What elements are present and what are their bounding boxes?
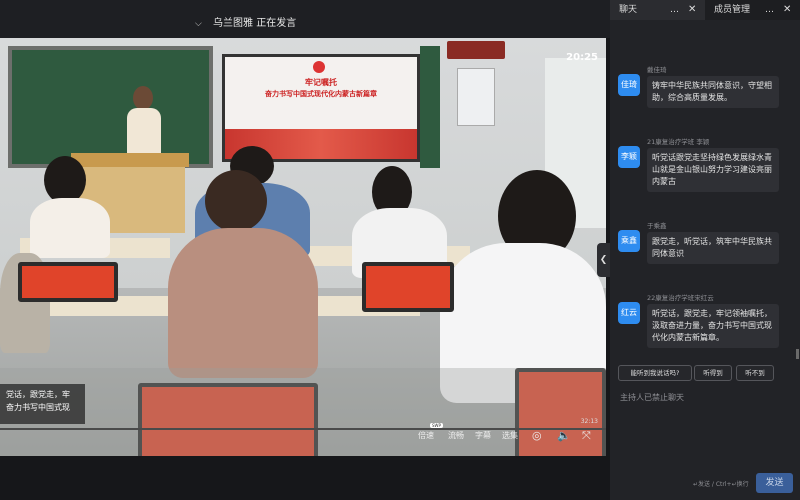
captions-button[interactable]: 字幕 [475,430,491,441]
more-icon[interactable]: … [765,0,775,20]
input-hint: ↵发送 / Ctrl+↵换行 [693,481,749,488]
fullscreen-exit-icon[interactable]: ⤧ [582,429,591,443]
chat-panel: 聊天 … ✕ 成员管理 … ✕ 佳琦 戴佳琦 铸牢中华民族共同体意识，守望相助，… [610,0,800,500]
close-icon[interactable]: ✕ [783,0,791,20]
top-bar: ⌵ 乌兰图雅 正在发言 [0,0,610,38]
message-bubble: 跟党走，听党话，筑牢中华民族共同体意识 [647,232,779,264]
student-head [205,170,267,232]
settings-icon[interactable]: ◎ [532,429,542,442]
teacher-head [133,86,153,110]
chair [18,262,118,302]
student [30,198,110,258]
speed-label: 倍速 [418,431,434,440]
tab-members-label: 成员管理 [714,5,751,15]
chair [362,262,454,312]
tab-members[interactable]: 成员管理 … ✕ [705,0,800,20]
duration: 32:13 [580,418,598,425]
quick-reply-button[interactable]: 听不到 [736,365,774,381]
volume-icon[interactable]: 🔈 [557,429,571,442]
student [168,228,318,378]
chat-message: 李颖 21康复治疗学班 李颖 听党话跟党走坚持绿色发展绿水青山就是金山银山努力学… [618,136,788,206]
collapse-panel-button[interactable]: ❮ [597,243,610,277]
avatar: 红云 [618,302,640,324]
avatar: 李颖 [618,146,640,168]
video-player[interactable]: 牢记嘱托 奋力书写中国式现代化内蒙古新篇章 20:25 党话，跟党走，牢 奋力书 [0,38,606,456]
chat-message: 乘鑫 于乘鑫 跟党走，听党话，筑牢中华民族共同体意识 [618,220,788,280]
chevron-left-icon: ❮ [599,255,608,265]
message-bubble: 铸牢中华民族共同体意识，守望相助，综合高质量发展。 [647,76,779,108]
chat-message: 红云 22康复治疗学班宋红云 听党话，跟党走，牢记领袖嘱托，汲取奋进力量，奋力书… [618,292,788,362]
speaker-text: 乌兰图雅 正在发言 [213,18,297,29]
message-author: 于乘鑫 [647,222,667,230]
speaker-indicator[interactable]: ⌵ 乌兰图雅 正在发言 [195,14,296,29]
more-icon[interactable]: … [670,0,680,20]
panel-tabs: 聊天 … ✕ 成员管理 … ✕ [610,0,800,20]
message-author: 22康复治疗学班宋红云 [647,294,714,302]
message-bubble: 听党话，跟党走，牢记领袖嘱托，汲取奋进力量，奋力书写中国式现代化内蒙古新篇章。 [647,304,779,348]
close-icon[interactable]: ✕ [688,0,696,20]
emblem-icon [313,61,325,73]
speed-button[interactable]: SWP 倍速 [418,423,443,441]
tab-chat[interactable]: 聊天 … ✕ [610,0,705,20]
quick-reply-button[interactable]: 能听到我说话吗? [618,365,692,381]
avatar: 佳琦 [618,74,640,96]
wall-poster [457,68,495,126]
speed-badge: SWP [430,423,443,428]
subtitle-caption: 党话，跟党走，牢 奋力书写中国式现 [0,384,85,424]
episodes-button[interactable]: 选集 [502,430,518,441]
send-button[interactable]: 发送 [756,473,793,493]
video-area: ⌵ 乌兰图雅 正在发言 牢记嘱托 奋力书写中国式现代化内蒙古新篇章 20:25 … [0,0,610,500]
quality-button[interactable]: 流畅 [448,430,464,441]
video-timestamp: 20:25 [566,52,598,63]
wall-sign [447,41,505,59]
chalkboard [8,46,213,168]
tab-chat-label: 聊天 [619,5,638,15]
slide-subtitle: 奋力书写中国式现代化内蒙古新篇章 [265,90,377,98]
video-controls: SWP 倍速 流畅 字幕 选集 ◎ 🔈 ⤧ [0,423,606,450]
chat-message: 佳琦 戴佳琦 铸牢中华民族共同体意识，守望相助，综合高质量发展。 [618,64,788,124]
chat-scrollbar[interactable] [796,349,799,359]
chat-disabled-notice: 主持人已禁止聊天 [620,393,684,402]
slide-title: 牢记嘱托 [305,78,337,87]
message-author: 戴佳琦 [647,66,667,74]
student-head [44,156,86,204]
message-bubble: 听党话跟党走坚持绿色发展绿水青山就是金山银山努力学习建设亮丽内蒙古 [647,148,779,192]
chevron-down-icon[interactable]: ⌵ [195,19,202,29]
chalkboard-right [420,46,440,168]
quick-reply-button[interactable]: 听得到 [694,365,732,381]
avatar: 乘鑫 [618,230,640,252]
message-author: 21康复治疗学班 李颖 [647,138,710,146]
